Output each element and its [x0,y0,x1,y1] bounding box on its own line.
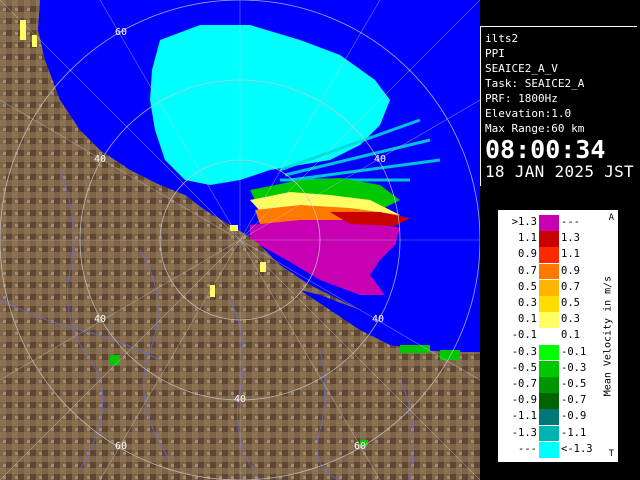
legend-lower-bound: 0.5 [561,297,580,309]
legend-upper-bound: -0.3 [511,345,537,358]
legend-lower-bound: 0.9 [561,264,580,277]
legend-swatch [539,312,559,329]
legend-swatch [539,263,559,280]
legend-lower-bound: -0.1 [561,345,587,358]
legend-upper-bound: 0.9 [518,248,537,261]
prf-value: PRF: 1800Hz [485,92,558,105]
range-label: 40 [374,154,387,165]
range-label: 40 [94,154,107,165]
legend-upper-bound: --- [518,442,537,455]
range-label: 60 [115,27,128,38]
legend-swatch [539,247,559,264]
legend-upper-bound: -0.7 [511,378,537,390]
range-label: 40 [94,314,107,325]
legend-upper-bound: >1.3 [511,216,537,228]
scan-info-panel: ilts2 PPI SEAICE2_A_V Task: SEAICE2_A PR… [480,26,637,186]
legend-lower-bound: -1.1 [561,426,587,439]
legend-upper-bound: 0.3 [518,297,537,309]
legend-swatch [539,425,559,442]
legend-swatch [539,344,559,361]
task-name: Task: SEAICE2_A [485,77,585,90]
legend-upper-bound: -0.9 [511,394,537,407]
range-label: 40 [234,394,247,405]
legend-upper-bound: 1.1 [518,232,537,245]
legend-lower-bound: 1.1 [561,248,580,261]
site-name: ilts2 [485,32,519,45]
legend-upper-bound: 0.7 [518,264,537,277]
radar-ppi-display[interactable]: 60 40 40 40 40 40 60 60 [0,0,480,480]
legend-lower-bound: --- [561,216,580,228]
legend-title: Mean Velocity in m/s [602,275,614,397]
range-label: 40 [372,314,385,325]
legend-swatch [539,441,559,458]
scan-date: 18 JAN 2025 JST [485,162,634,181]
product-name: SEAICE2_A_V [485,62,558,75]
legend-upper-bound: -0.5 [511,361,537,374]
scan-type: PPI [485,47,505,60]
legend-swatch [539,296,559,312]
legend-upper-bound: -1.1 [511,410,537,423]
legend-lower-bound: -0.5 [561,378,587,390]
legend-upper-bound: 0.5 [518,280,537,293]
elevation-value: Elevation:1.0 [485,107,572,120]
legend-upper-bound: -0.1 [511,329,537,342]
range-label: 60 [115,441,128,452]
velocity-color-legend: >1.3 --- 1.1 1.3 0.9 1.1 0.7 0.9 0.5 0.7 0.3 0.5 0.1… [498,210,618,462]
legend-swatch [539,360,559,377]
legend-swatch [539,409,559,426]
legend-title-wrap: Mean Velocity in m/s [600,211,616,461]
legend-swatch [539,377,559,393]
legend-lower-bound: -0.3 [561,361,587,374]
scan-time: 08:00:34 [485,135,606,164]
legend-lower-bound: -0.7 [561,394,587,407]
max-range-value: Max Range:60 km [485,122,585,135]
legend-swatch [539,231,559,248]
legend-swatch [539,328,559,345]
legend-lower-bound: 1.3 [561,232,580,245]
legend-swatch [539,393,559,410]
range-label: 60 [354,441,367,452]
legend-upper-bound: 0.1 [518,313,537,326]
legend-lower-bound: <-1.3 [561,442,593,455]
legend-swatch [539,279,559,296]
legend-swatch [539,215,559,231]
radial-spokes [0,0,480,480]
legend-lower-bound: -0.9 [561,410,587,423]
legend-upper-bound: -1.3 [511,426,537,439]
legend-lower-bound: 0.1 [561,329,580,342]
legend-lower-bound: 0.7 [561,280,580,293]
legend-lower-bound: 0.3 [561,313,580,326]
radar-map-svg [0,0,480,480]
